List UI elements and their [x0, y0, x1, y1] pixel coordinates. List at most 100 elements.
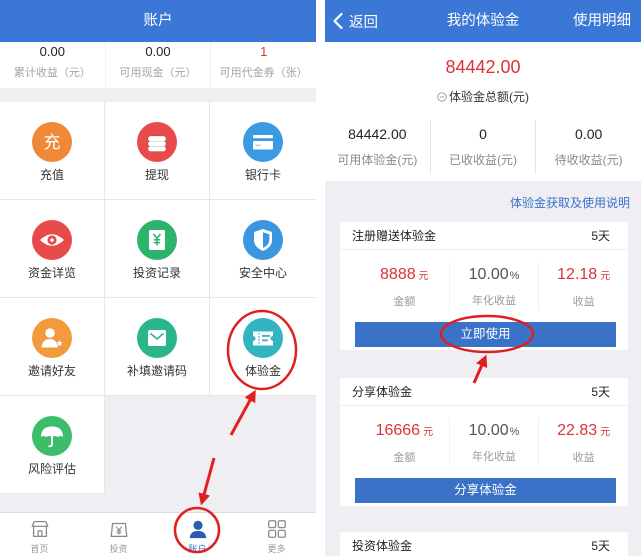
stat-label: 待收收益(元)	[554, 153, 623, 167]
card-days: 5天	[591, 229, 610, 243]
card-rate: 10.00% 年化收益	[448, 262, 539, 310]
income-unit: 元	[600, 427, 611, 438]
menu-label: 资金详览	[27, 266, 76, 280]
menu-label: 邀请好友	[27, 364, 76, 378]
menu-security-center[interactable]: 安全中心	[210, 200, 316, 298]
menu-invite-code[interactable]: 补填邀请码	[105, 298, 210, 396]
trial-guide-link[interactable]: 体验金获取及使用说明	[510, 194, 630, 212]
menu-recharge[interactable]: 充 充值	[0, 102, 105, 200]
amount-unit: 元	[418, 271, 429, 282]
trial-card-register: 注册赠送体验金 5天 8888 元 金额 10.00% 年化收益 12.18 元 收…	[340, 222, 628, 350]
stat-label: 可用现金（元）	[119, 67, 197, 79]
tab-invest[interactable]: 投资	[79, 513, 158, 556]
card-amount: 16666 元 金额	[360, 418, 449, 466]
stat-value: 1	[260, 44, 268, 59]
stat-value: 0.00	[39, 44, 65, 59]
stat-label: 已收收益(元)	[449, 153, 517, 167]
tab-label: 更多	[267, 544, 286, 554]
invest-icon	[110, 522, 127, 537]
card-values: 16666 元 金额 10.00% 年化收益 22.83 元 收益	[360, 418, 628, 466]
menu-label: 风险评估	[27, 462, 76, 476]
stat-label: 可用代金券（张）	[219, 67, 308, 79]
stat-label: 可用体验金(元)	[337, 153, 418, 167]
card-header: 分享体验金 5天	[340, 378, 628, 406]
card-title: 注册赠送体验金	[352, 229, 437, 243]
trial-header: 返回 我的体验金 使用明细	[325, 0, 641, 42]
card-income: 22.83 元 收益	[538, 418, 628, 466]
menu-risk-assessment[interactable]: 风险评估	[0, 396, 105, 494]
income-label: 收益	[572, 452, 595, 464]
bottom-tab-bar: 首页 投资 账户 更多	[0, 512, 316, 556]
trial-funds-screen: 返回 我的体验金 使用明细 84442.00 体验金总额(元) 84442.00…	[325, 0, 641, 556]
account-header: 账户	[0, 0, 316, 42]
income-unit: 元	[600, 271, 611, 282]
card-header: 投资体验金 5天	[340, 532, 628, 556]
usage-details-link[interactable]: 使用明细	[573, 0, 631, 42]
rate-unit: %	[509, 270, 520, 282]
stat-available-trial: 84442.00 可用体验金(元)	[325, 120, 430, 174]
amount-number: 16666	[375, 422, 421, 439]
amount-label: 金额	[393, 296, 416, 308]
card-values: 8888 元 金额 10.00% 年化收益 12.18 元 收益	[360, 262, 628, 310]
amount-value: 16666 元	[360, 420, 449, 444]
account-screen: 账户 0.00 累计收益（元） 0.00 可用现金（元） 1 可用代金券（张） …	[0, 0, 316, 556]
stat-total-income: 0.00 累计收益（元）	[0, 42, 105, 88]
recharge-glyph: 充	[44, 133, 61, 153]
info-icon	[437, 92, 447, 102]
share-trial-button[interactable]: 分享体验金	[355, 478, 616, 503]
tab-label: 首页	[30, 544, 49, 554]
total-label-text: 体验金总额(元)	[449, 90, 529, 104]
menu-fund-overview[interactable]: 资金详览	[0, 200, 105, 298]
menu-label: 体验金	[244, 364, 281, 378]
page-title: 账户	[143, 13, 173, 29]
trial-card-invest: 投资体验金 5天	[340, 532, 628, 556]
rate-number: 10.00	[468, 422, 509, 439]
tab-home[interactable]: 首页	[0, 513, 79, 556]
menu-trial-funds[interactable]: 体验金	[210, 298, 316, 396]
account-icon	[189, 520, 206, 539]
income-number: 12.18	[557, 266, 598, 283]
shield-icon	[243, 220, 283, 260]
use-now-button[interactable]: 立即使用	[355, 322, 616, 347]
tab-label: 账户	[188, 544, 207, 554]
stat-label: 累计收益（元）	[13, 67, 91, 79]
card-amount: 8888 元 金额	[360, 262, 449, 310]
amount-value: 8888 元	[360, 264, 449, 288]
income-value: 22.83 元	[539, 420, 628, 444]
menu-label: 银行卡	[244, 168, 281, 182]
card-rate: 10.00% 年化收益	[448, 418, 539, 466]
tab-label: 投资	[109, 544, 128, 554]
menu-label: 补填邀请码	[126, 364, 187, 378]
menu-investment-records[interactable]: 投资记录	[105, 200, 210, 298]
tab-more[interactable]: 更多	[237, 513, 316, 556]
eye-icon	[32, 220, 72, 260]
card-title: 分享体验金	[352, 385, 413, 399]
menu-label: 提现	[144, 168, 169, 182]
menu-bank-card[interactable]: 银行卡	[210, 102, 316, 200]
trial-summary: 84442.00 体验金总额(元) 84442.00 可用体验金(元) 0 已收…	[325, 42, 641, 181]
tab-account[interactable]: 账户	[158, 513, 237, 556]
stat-received-income: 0 已收收益(元)	[429, 120, 536, 174]
total-trial-label: 体验金总额(元)	[325, 88, 641, 106]
amount-number: 8888	[380, 266, 416, 283]
rate-value: 10.00%	[450, 420, 539, 443]
menu-label: 充值	[39, 168, 64, 182]
card-income: 12.18 元 收益	[538, 262, 628, 310]
account-menu-grid: 充 充值 提现 银行卡 资金详览 投资记录 安全中心 邀请好友 补填邀请码 体验…	[0, 102, 316, 494]
income-label: 收益	[572, 296, 595, 308]
home-store-icon	[31, 521, 48, 537]
rate-label: 年化收益	[472, 295, 516, 307]
card-header: 注册赠送体验金 5天	[340, 222, 628, 250]
recharge-icon: 充	[32, 122, 72, 162]
rate-number: 10.00	[468, 266, 509, 283]
amount-label: 金额	[393, 452, 416, 464]
amount-unit: 元	[423, 427, 434, 438]
menu-withdraw[interactable]: 提现	[105, 102, 210, 200]
umbrella-icon	[32, 416, 72, 456]
income-number: 22.83	[557, 422, 598, 439]
menu-invite-friends[interactable]: 邀请好友	[0, 298, 105, 396]
stat-vouchers[interactable]: 1 可用代金券（张）	[210, 42, 316, 88]
income-value: 12.18 元	[539, 264, 628, 288]
stat-value: 0.00	[145, 44, 171, 59]
rate-value: 10.00%	[450, 264, 539, 287]
